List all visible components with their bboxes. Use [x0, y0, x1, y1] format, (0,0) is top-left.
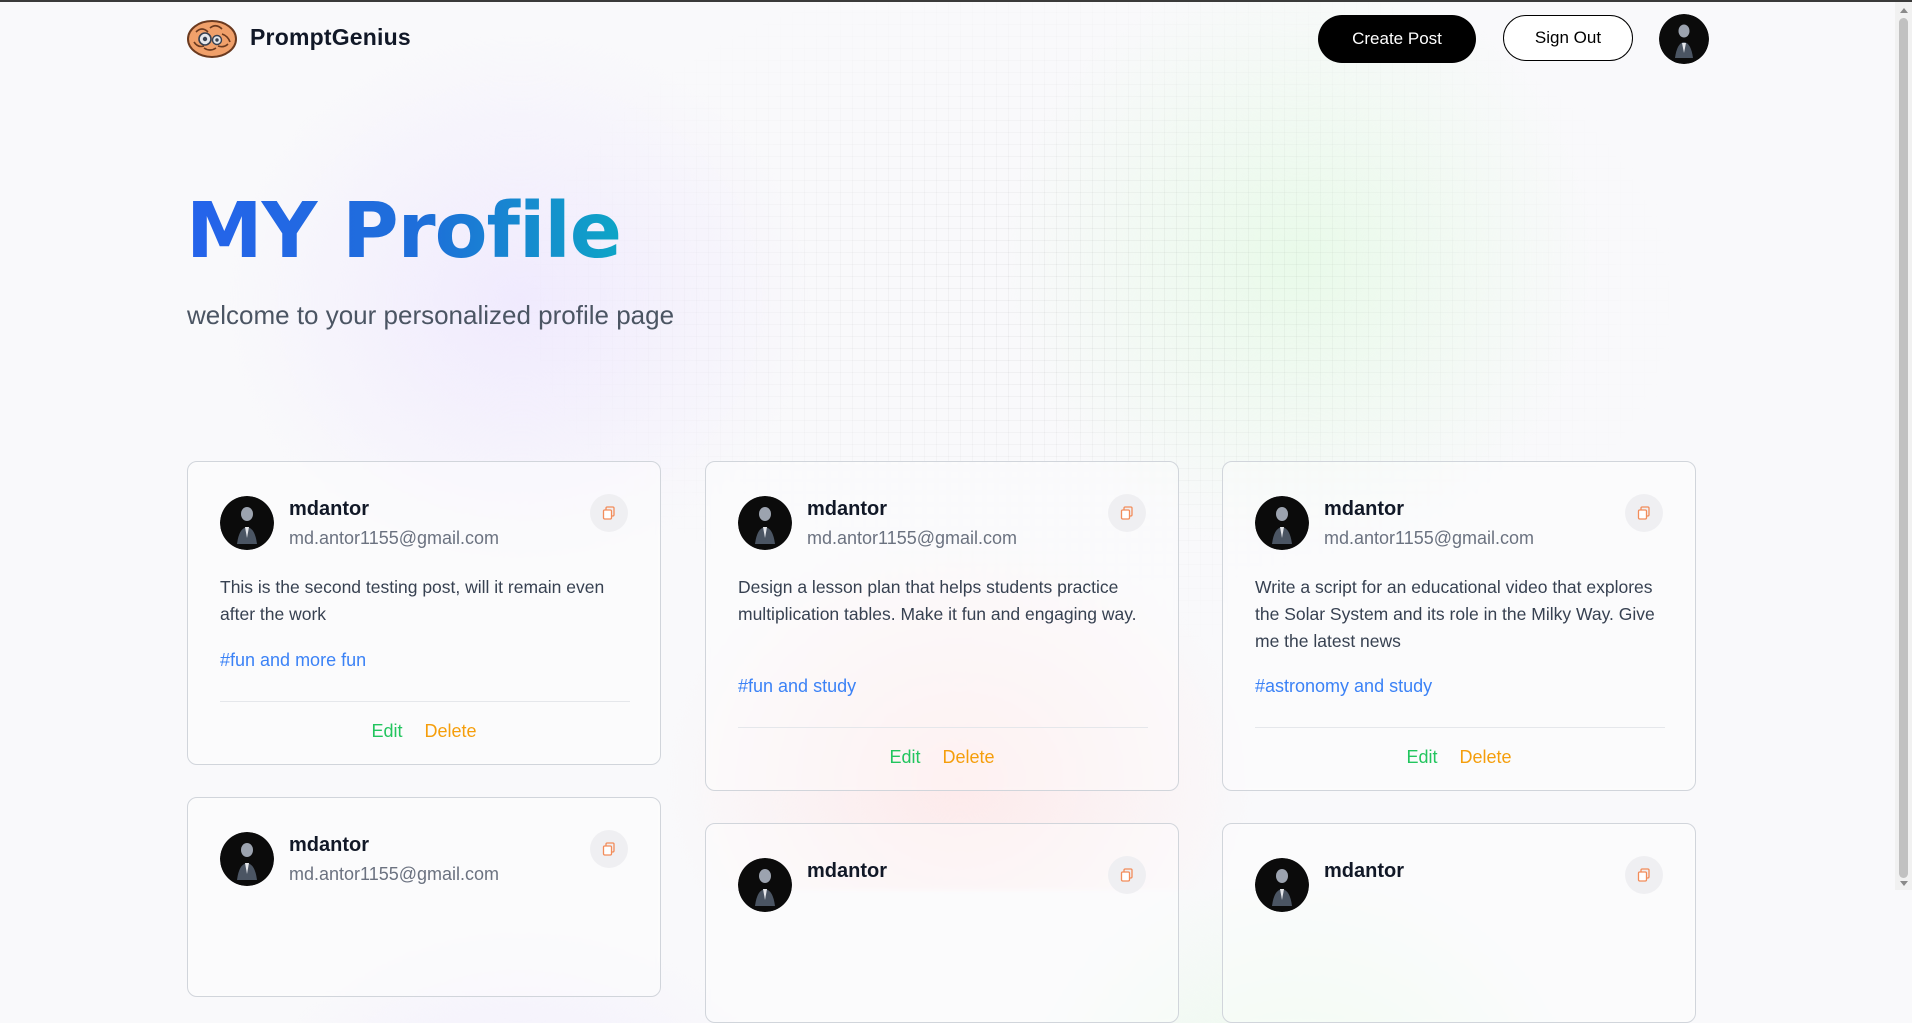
- user-avatar[interactable]: [738, 496, 792, 550]
- user-email: md.antor1155@gmail.com: [289, 528, 500, 548]
- user-avatar[interactable]: [1255, 858, 1309, 912]
- prompt-text: This is the second testing post, will it…: [220, 577, 605, 624]
- user-avatar[interactable]: [220, 832, 274, 886]
- prompt-text: Write a script for an educational video …: [1255, 577, 1655, 651]
- brand-name[interactable]: PromptGenius: [250, 24, 411, 51]
- user-email: md.antor1155@gmail.com: [1324, 528, 1535, 548]
- edit-button[interactable]: Edit: [1406, 747, 1437, 768]
- profile-avatar[interactable]: [1659, 14, 1709, 64]
- edit-button[interactable]: Edit: [889, 747, 920, 768]
- page-subtitle: welcome to your personalized profile pag…: [187, 300, 675, 330]
- user-avatar[interactable]: [738, 858, 792, 912]
- user-avatar[interactable]: [220, 496, 274, 550]
- card-actions: Edit Delete: [706, 747, 1178, 768]
- card-divider: [738, 727, 1148, 728]
- window-top-border: [0, 0, 1912, 2]
- delete-button[interactable]: Delete: [1460, 747, 1512, 768]
- copy-button[interactable]: [1625, 856, 1663, 894]
- prompt-text: Design a lesson plan that helps students…: [738, 577, 1137, 624]
- username[interactable]: mdantor: [807, 498, 887, 521]
- prompt-card: mdantor: [1222, 823, 1696, 1023]
- username[interactable]: mdantor: [1324, 498, 1404, 521]
- brain-logo-icon[interactable]: [186, 18, 238, 60]
- copy-icon: [1120, 868, 1133, 882]
- username[interactable]: mdantor: [289, 834, 369, 857]
- prompt-card: mdantor md.antor1155@gmail.com Write a s…: [1222, 461, 1696, 791]
- create-post-button[interactable]: Create Post: [1318, 15, 1476, 63]
- delete-button[interactable]: Delete: [425, 721, 477, 742]
- prompt-card: mdantor md.antor1155@gmail.com This is t…: [187, 461, 661, 765]
- copy-button[interactable]: [1108, 856, 1146, 894]
- username[interactable]: mdantor: [1324, 860, 1404, 883]
- prompt-card: mdantor: [705, 823, 1179, 1023]
- copy-button[interactable]: [590, 830, 628, 868]
- edit-button[interactable]: Edit: [371, 721, 402, 742]
- copy-icon: [602, 842, 615, 856]
- copy-icon: [1120, 506, 1133, 520]
- copy-icon: [1637, 506, 1650, 520]
- copy-button[interactable]: [1108, 494, 1146, 532]
- scroll-up-arrow-icon[interactable]: [1900, 8, 1908, 13]
- delete-button[interactable]: Delete: [943, 747, 995, 768]
- card-actions: Edit Delete: [188, 721, 660, 742]
- page-title: MY Profile: [186, 187, 622, 276]
- page-scrollbar[interactable]: [1895, 2, 1912, 890]
- username[interactable]: mdantor: [807, 860, 887, 883]
- user-email: md.antor1155@gmail.com: [289, 864, 500, 884]
- user-email: md.antor1155@gmail.com: [807, 528, 1018, 548]
- navbar: PromptGenius Create Post Sign Out: [186, 14, 1710, 64]
- scrollbar-thumb[interactable]: [1899, 18, 1908, 878]
- prompt-tag[interactable]: #fun and study: [738, 676, 856, 697]
- copy-button[interactable]: [590, 494, 628, 532]
- scroll-down-arrow-icon[interactable]: [1900, 881, 1908, 886]
- prompt-tag[interactable]: #fun and more fun: [220, 650, 366, 671]
- card-actions: Edit Delete: [1223, 747, 1695, 768]
- card-divider: [220, 701, 630, 702]
- card-divider: [1255, 727, 1665, 728]
- prompt-card: mdantor md.antor1155@gmail.com Design a …: [705, 461, 1179, 791]
- copy-button[interactable]: [1625, 494, 1663, 532]
- copy-icon: [1637, 868, 1650, 882]
- prompt-tag[interactable]: #astronomy and study: [1255, 676, 1432, 697]
- user-avatar[interactable]: [1255, 496, 1309, 550]
- username[interactable]: mdantor: [289, 498, 369, 521]
- prompt-card: mdantor md.antor1155@gmail.com: [187, 797, 661, 997]
- sign-out-button[interactable]: Sign Out: [1503, 15, 1633, 61]
- copy-icon: [602, 506, 615, 520]
